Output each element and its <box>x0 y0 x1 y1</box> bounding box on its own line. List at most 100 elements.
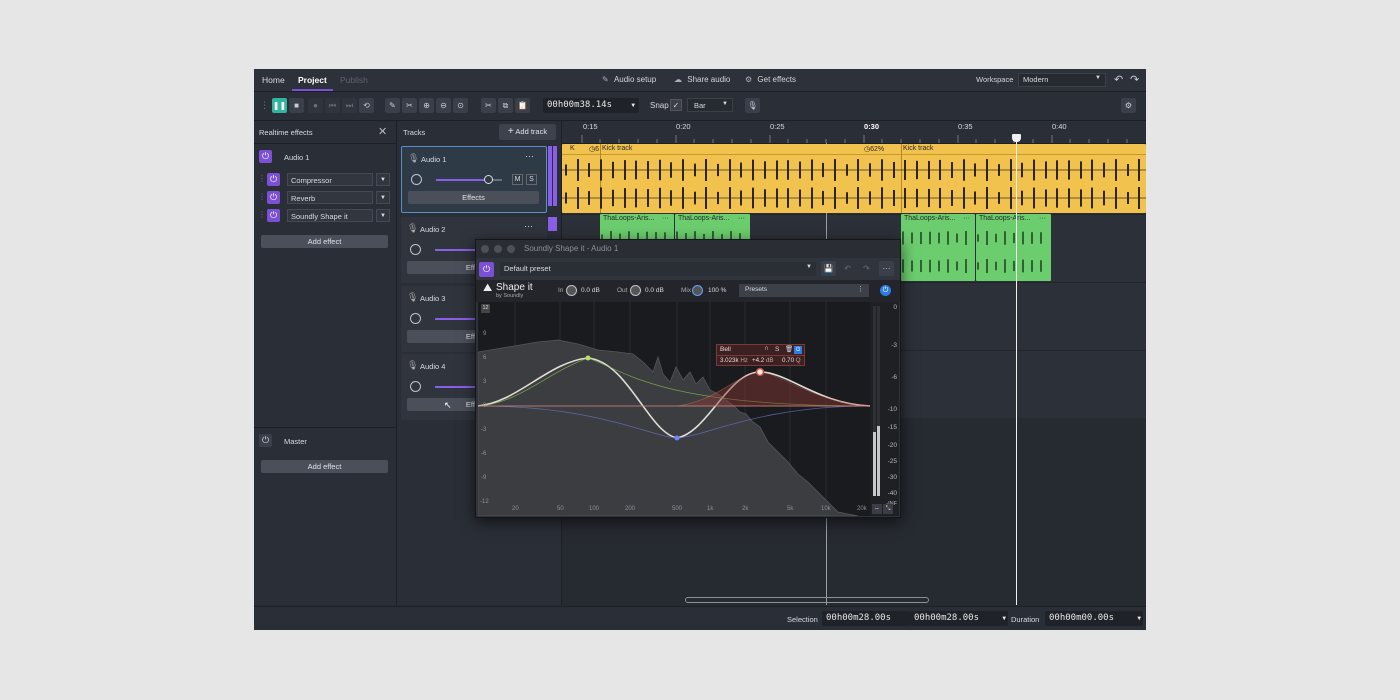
duration-display[interactable]: 00h00m00.00s ▼ <box>1045 611 1143 626</box>
effect-power-button[interactable]: ⏻ <box>267 191 280 204</box>
volume-thumb[interactable] <box>484 175 493 184</box>
input-gain-knob[interactable] <box>566 285 577 296</box>
more-icon[interactable]: ··· <box>525 151 534 161</box>
plugin-power-button[interactable]: ⏻ <box>479 262 494 277</box>
get-effects-link[interactable]: ⚙ Get effects <box>745 69 796 91</box>
undo-icon[interactable]: ↶ <box>1114 73 1123 86</box>
db-range-button[interactable]: 12 <box>481 304 490 313</box>
redo-icon[interactable]: ↷ <box>1130 73 1139 86</box>
band-solo-button[interactable]: S <box>775 346 779 353</box>
more-icon[interactable]: ··· <box>1039 215 1046 222</box>
pan-knob[interactable] <box>410 381 421 392</box>
undo-preset-button[interactable]: ↶ <box>840 261 855 276</box>
track-power-button[interactable]: ⏻ <box>259 150 272 163</box>
volume-slider[interactable] <box>435 318 475 320</box>
effect-menu-button[interactable]: ▼ <box>376 191 390 204</box>
workspace-select[interactable]: Modern ▼ <box>1018 73 1106 87</box>
resize-icon[interactable]: ⤡ <box>883 504 893 514</box>
track-audio-1[interactable]: 🎙 Audio 1 ··· M S Effects <box>401 146 547 213</box>
mute-button[interactable]: M <box>512 174 523 185</box>
cut-button[interactable]: ✂ <box>481 98 496 113</box>
time-ruler[interactable]: 0:15 0:20 0:25 0:30 0:35 0:40 <box>562 121 1146 144</box>
add-track-button[interactable]: + Add track <box>499 124 556 140</box>
effect-name[interactable]: Compressor <box>287 173 373 186</box>
window-minimize-button[interactable] <box>494 245 502 253</box>
redo-preset-button[interactable]: ↷ <box>859 261 874 276</box>
playhead[interactable] <box>1016 135 1017 605</box>
skip-end-button[interactable]: ⏭ <box>342 98 357 113</box>
band-frequency[interactable]: 3.023k Hz <box>720 357 748 364</box>
zoom-out-button[interactable]: ⊖ <box>436 98 451 113</box>
band-2-node[interactable] <box>674 435 680 441</box>
save-preset-button[interactable]: 💾 <box>821 261 836 276</box>
mix-knob[interactable] <box>692 285 703 296</box>
band-gain[interactable]: +4.2 dB <box>752 357 774 364</box>
horizontal-scrollbar[interactable] <box>685 597 929 603</box>
trash-icon[interactable]: 🗑 <box>785 345 793 353</box>
band-type[interactable]: Bell <box>720 346 731 353</box>
copy-button[interactable]: ⧉ <box>498 98 513 113</box>
volume-slider[interactable] <box>435 386 475 388</box>
add-effect-button[interactable]: Add effect <box>261 235 388 248</box>
skip-start-button[interactable]: ⏮ <box>325 98 340 113</box>
stop-button[interactable]: ■ <box>289 98 304 113</box>
plugin-titlebar[interactable]: Soundly Shape it - Audio 1 <box>476 240 900 258</box>
band-power-button[interactable]: ⏻ <box>794 346 802 354</box>
share-audio-link[interactable]: ☁ Share audio <box>674 69 730 91</box>
zoom-in-button[interactable]: ⊕ <box>419 98 434 113</box>
snap-checkbox[interactable]: ✓ <box>670 99 682 111</box>
kick-track-clip[interactable]: K ◷6 Kick track ◷62% Kick track <box>562 144 1146 213</box>
plugin-more-button[interactable]: ··· <box>879 261 894 276</box>
more-icon[interactable]: ··· <box>524 221 533 231</box>
bell-shape-icon[interactable]: ∩ <box>764 345 769 352</box>
pan-knob[interactable] <box>411 174 422 185</box>
band-3-node[interactable] <box>755 367 765 377</box>
band-q[interactable]: 0.70 Q <box>782 357 801 364</box>
effect-name[interactable]: Reverb <box>287 191 373 204</box>
window-maximize-button[interactable] <box>507 245 515 253</box>
tab-project[interactable]: Project <box>292 69 333 91</box>
master-power-button[interactable]: ⏻ <box>259 434 272 447</box>
playhead-handle[interactable] <box>1012 134 1021 142</box>
effects-button[interactable]: Effects <box>408 191 539 204</box>
more-icon[interactable]: ··· <box>963 215 970 222</box>
preset-select[interactable]: Default preset ▼ <box>500 262 816 276</box>
presets-select[interactable]: Presets ⋮ <box>739 284 869 297</box>
tab-home[interactable]: Home <box>256 69 291 91</box>
effect-menu-button[interactable]: ▼ <box>376 209 390 222</box>
pause-button[interactable]: ❚❚ <box>272 98 287 113</box>
info-button[interactable]: ⏻ <box>880 285 891 296</box>
link-icon[interactable]: ⇔ <box>872 504 882 514</box>
selection-start[interactable]: 00h00m28.00s <box>822 611 910 626</box>
more-icon[interactable]: ··· <box>738 215 745 222</box>
solo-button[interactable]: S <box>526 174 537 185</box>
effect-power-button[interactable]: ⏻ <box>267 173 280 186</box>
master-add-effect-button[interactable]: Add effect <box>261 460 388 473</box>
draw-tool-button[interactable]: ✎ <box>385 98 400 113</box>
effect-power-button[interactable]: ⏻ <box>267 209 280 222</box>
loop-button[interactable]: ⟲ <box>359 98 374 113</box>
eq-display[interactable]: 12 9 6 3 0 -3 -6 -9 -12 20 50 100 200 50… <box>478 302 870 516</box>
close-icon[interactable]: ✕ <box>378 125 387 138</box>
effect-menu-button[interactable]: ▼ <box>376 173 390 186</box>
more-icon[interactable]: ··· <box>662 215 669 222</box>
paste-button[interactable]: 📋 <box>515 98 530 113</box>
settings-button[interactable]: ⚙ <box>1121 98 1136 113</box>
effect-name[interactable]: Soundly Shape it <box>287 209 373 222</box>
output-gain-knob[interactable] <box>630 285 641 296</box>
pan-knob[interactable] <box>410 313 421 324</box>
microphone-button[interactable]: 🎙 <box>745 98 760 113</box>
tab-publish[interactable]: Publish <box>334 69 374 91</box>
pan-knob[interactable] <box>410 244 421 255</box>
zoom-fit-button[interactable]: ⊙ <box>453 98 468 113</box>
window-close-button[interactable] <box>481 245 489 253</box>
audio-setup-link[interactable]: ✎ Audio setup <box>602 69 656 91</box>
volume-slider[interactable] <box>435 249 475 251</box>
time-display[interactable]: 00h00m38.14s ▼ <box>543 98 639 113</box>
selection-end[interactable]: 00h00m28.00s ▼ <box>910 611 1008 626</box>
volume-slider[interactable] <box>436 175 502 184</box>
band-1-node[interactable] <box>585 355 591 361</box>
multi-tool-button[interactable]: ✂ <box>402 98 417 113</box>
snap-select[interactable]: Bar ▼ <box>687 98 733 112</box>
record-button[interactable]: ● <box>308 98 323 113</box>
